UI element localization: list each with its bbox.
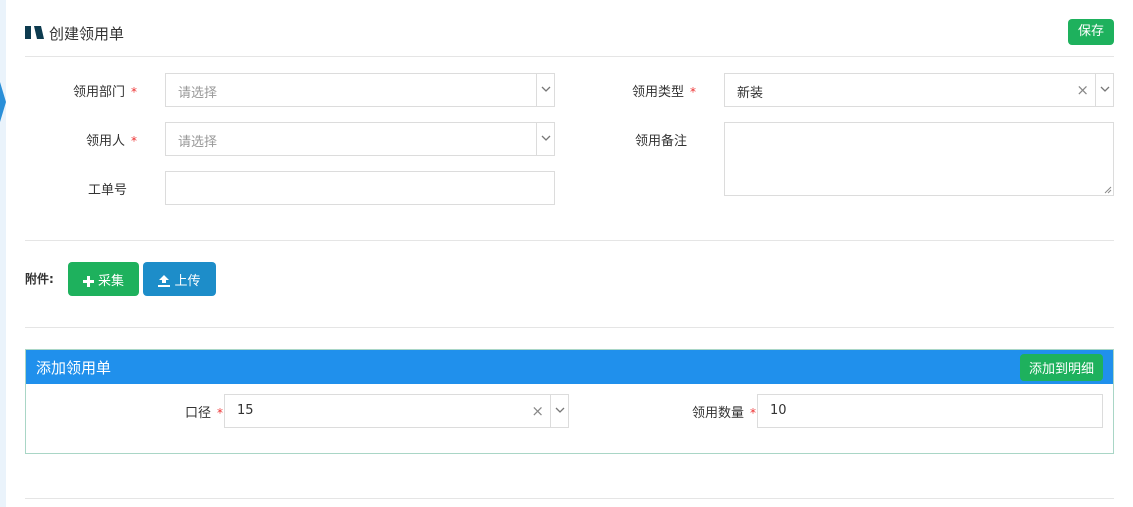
collect-button-label: 采集 bbox=[97, 273, 124, 289]
chevron-down-icon bbox=[541, 135, 551, 141]
remark-label: 领用备注 bbox=[634, 134, 687, 149]
left-sidebar-strip bbox=[0, 0, 6, 507]
divider bbox=[25, 240, 1114, 241]
caliber-select[interactable]: 15 × bbox=[224, 394, 569, 428]
type-label: 领用类型 * bbox=[600, 81, 696, 100]
required-mark: * bbox=[217, 406, 223, 420]
remark-textarea[interactable] bbox=[724, 122, 1114, 196]
page-header: 创建领用单 保存 bbox=[25, 17, 1114, 57]
panel-title: 添加领用单 bbox=[36, 359, 112, 377]
dept-select-caret[interactable] bbox=[536, 74, 554, 106]
person-select[interactable]: 请选择 bbox=[165, 122, 555, 156]
type-label-text: 领用类型 bbox=[631, 85, 684, 100]
required-mark: * bbox=[131, 134, 137, 148]
attachments-label: 附件: bbox=[25, 272, 54, 286]
plus-icon bbox=[82, 275, 94, 287]
divider bbox=[25, 327, 1114, 328]
add-to-detail-button[interactable]: 添加到明细 bbox=[1019, 354, 1103, 381]
required-mark: * bbox=[690, 85, 696, 99]
type-select-value: 新装 bbox=[737, 86, 764, 101]
add-requisition-panel: 添加领用单 添加到明细 口径 * 15 × 领用数量 * 10 bbox=[25, 349, 1114, 454]
page-title: 创建领用单 bbox=[49, 25, 125, 43]
quantity-label-text: 领用数量 bbox=[691, 406, 744, 421]
dept-select-placeholder: 请选择 bbox=[178, 86, 218, 101]
person-select-placeholder: 请选择 bbox=[178, 135, 218, 150]
caliber-label: 口径 * bbox=[153, 402, 223, 421]
panel-header: 添加领用单 添加到明细 bbox=[26, 350, 1113, 384]
order-number-input[interactable] bbox=[165, 171, 555, 205]
sidebar-toggle-arrow[interactable] bbox=[0, 82, 6, 122]
required-mark: * bbox=[131, 85, 137, 99]
caliber-select-value: 15 bbox=[237, 403, 254, 418]
chevron-down-icon bbox=[541, 86, 551, 92]
dept-label: 领用部门 * bbox=[40, 81, 137, 100]
type-select-caret[interactable] bbox=[1095, 74, 1113, 106]
resize-grip-icon[interactable] bbox=[1104, 186, 1112, 194]
collect-button[interactable]: 采集 bbox=[68, 262, 139, 296]
chevron-down-icon bbox=[555, 407, 565, 413]
person-select-caret[interactable] bbox=[536, 123, 554, 155]
save-button[interactable]: 保存 bbox=[1067, 19, 1114, 45]
chevron-down-icon bbox=[1100, 86, 1110, 92]
order-label: 工单号 bbox=[87, 183, 127, 198]
dept-select[interactable]: 请选择 bbox=[165, 73, 555, 107]
person-label: 领用人 * bbox=[40, 130, 137, 149]
bars-logo-icon bbox=[25, 26, 44, 39]
quantity-label: 领用数量 * bbox=[656, 402, 756, 421]
upload-button[interactable]: 上传 bbox=[143, 262, 216, 296]
dept-label-text: 领用部门 bbox=[72, 85, 125, 100]
quantity-input[interactable]: 10 bbox=[757, 394, 1103, 428]
upload-icon bbox=[158, 275, 171, 287]
upload-button-label: 上传 bbox=[174, 273, 201, 289]
divider bbox=[25, 498, 1114, 499]
close-icon[interactable]: × bbox=[1076, 81, 1089, 99]
required-mark: * bbox=[750, 406, 756, 420]
caliber-label-text: 口径 bbox=[184, 406, 211, 421]
type-select[interactable]: 新装 × bbox=[724, 73, 1114, 107]
person-label-text: 领用人 bbox=[85, 134, 125, 149]
close-icon[interactable]: × bbox=[531, 402, 544, 420]
caliber-select-caret[interactable] bbox=[550, 395, 568, 427]
